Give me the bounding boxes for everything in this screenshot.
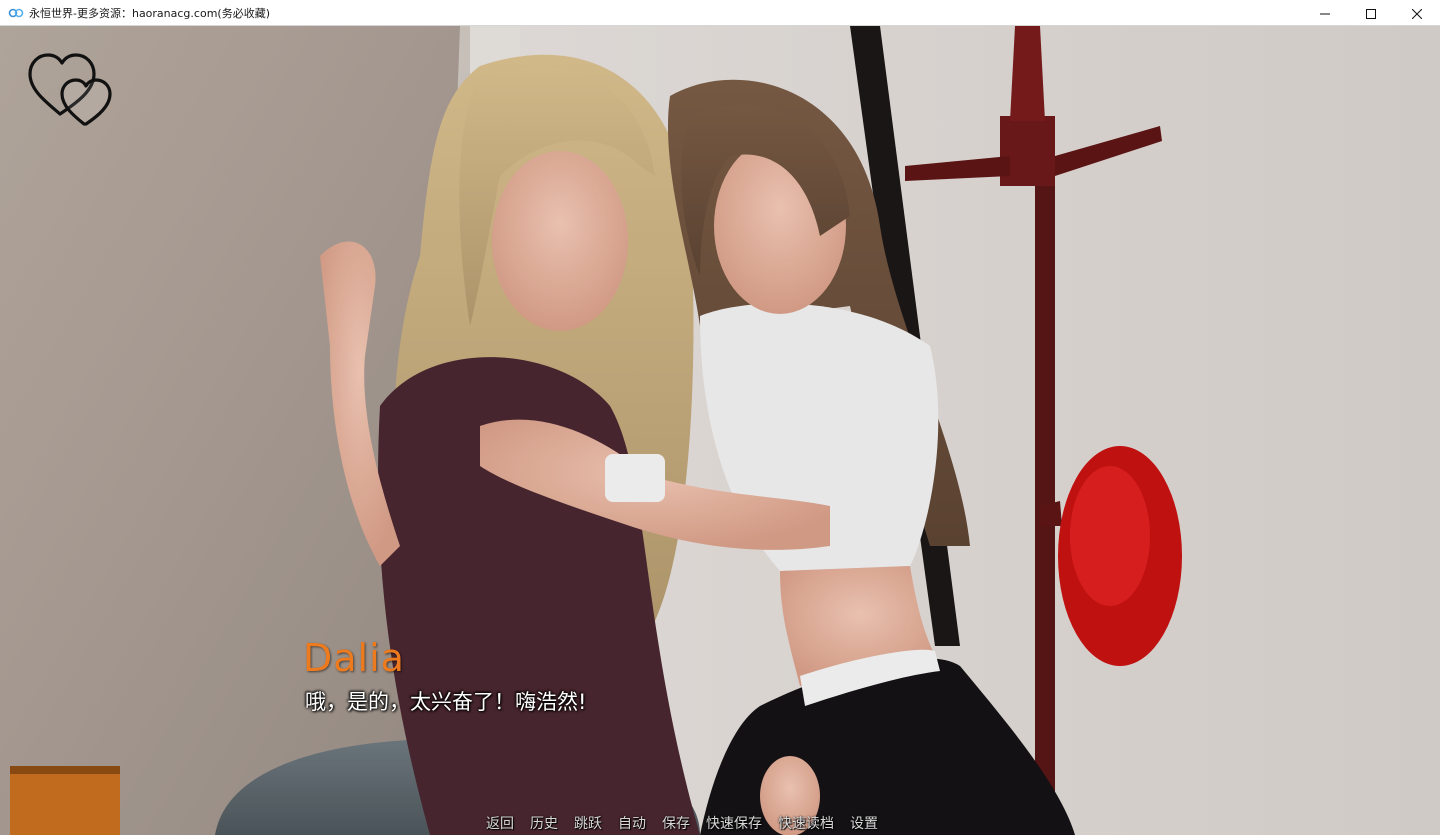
quick-menu-history-button[interactable]: 历史 xyxy=(522,814,566,834)
maximize-icon xyxy=(1366,4,1376,23)
minimize-icon xyxy=(1320,4,1330,23)
quick-menu-auto-button[interactable]: 自动 xyxy=(610,814,654,834)
scene-background xyxy=(0,26,1440,835)
close-icon xyxy=(1411,4,1423,23)
close-button[interactable] xyxy=(1394,0,1440,26)
speaker-name: Dalia xyxy=(303,636,405,680)
window-title: 永恒世界-更多资源：haoranacg.com(务必收藏) xyxy=(29,6,270,20)
quick-menu-settings-button[interactable]: 设置 xyxy=(842,814,886,834)
title-bar[interactable]: 永恒世界-更多资源：haoranacg.com(务必收藏) xyxy=(0,0,1440,26)
dialogue-text[interactable]: 哦，是的，太兴奋了！嗨浩然! xyxy=(305,686,586,716)
quick-menu: 返回 历史 跳跃 自动 保存 快速保存 快速读档 设置 xyxy=(478,814,886,834)
app-icon xyxy=(8,5,24,21)
quick-menu-quick-load-button[interactable]: 快速读档 xyxy=(770,814,842,834)
quick-menu-skip-button[interactable]: 跳跃 xyxy=(566,814,610,834)
window-controls xyxy=(1302,0,1440,26)
affection-hearts-icon[interactable] xyxy=(26,46,118,126)
game-window: 永恒世界-更多资源：haoranacg.com(务必收藏) Dalia 哦，是的… xyxy=(0,0,1440,835)
quick-menu-quick-save-button[interactable]: 快速保存 xyxy=(698,814,770,834)
quick-menu-back-button[interactable]: 返回 xyxy=(478,814,522,834)
maximize-button[interactable] xyxy=(1348,0,1394,26)
game-viewport[interactable]: Dalia 哦，是的，太兴奋了！嗨浩然! 返回 历史 跳跃 自动 保存 快速保存… xyxy=(0,26,1440,835)
minimize-button[interactable] xyxy=(1302,0,1348,26)
quick-menu-save-button[interactable]: 保存 xyxy=(654,814,698,834)
